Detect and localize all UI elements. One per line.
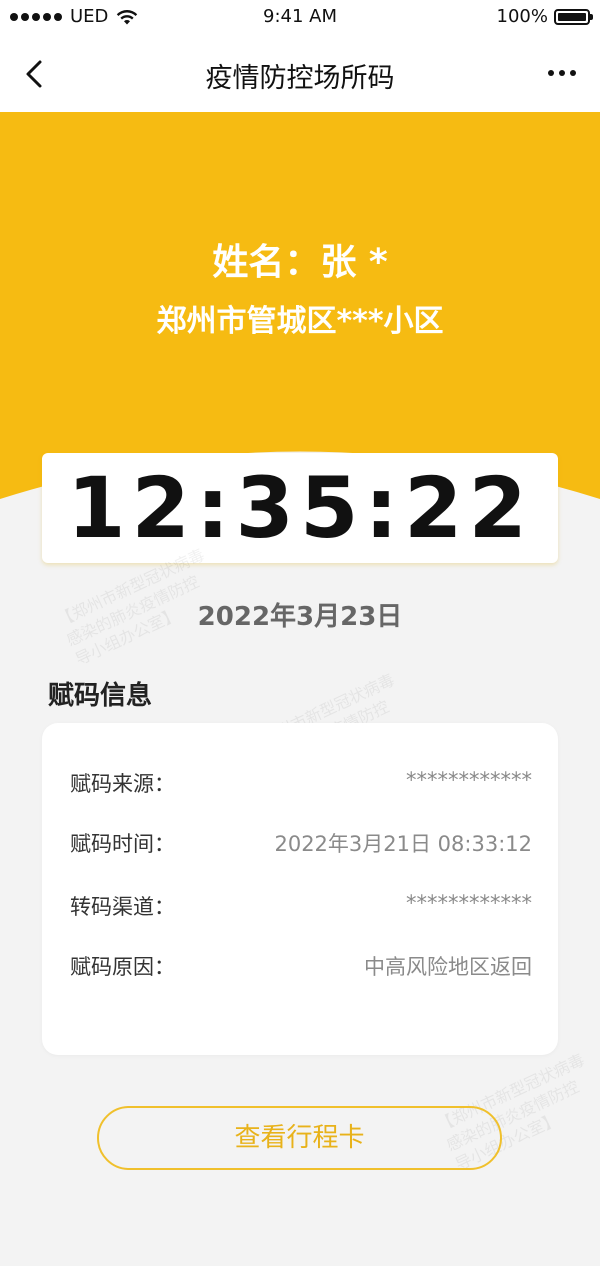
info-label: 赋码时间：: [70, 832, 175, 856]
clock-card: 12:35:22: [42, 453, 558, 563]
more-dots-icon: [548, 70, 554, 76]
info-value: ************: [406, 768, 532, 792]
info-label: 赋码原因：: [70, 955, 175, 979]
section-title: 赋码信息: [48, 681, 153, 711]
more-button[interactable]: [542, 58, 582, 88]
nav-bar: 疫情防控场所码: [0, 34, 600, 112]
view-trip-card-button[interactable]: 查看行程卡: [97, 1106, 502, 1170]
page: UED 9:41 AM 100% 疫情防控场所码 姓名：张 * 郑州市管城区**…: [0, 0, 600, 1266]
info-card: 赋码来源： ************ 赋码时间： 2022年3月21日 08:3…: [42, 723, 558, 1055]
info-row: 转码渠道： ************: [70, 891, 532, 921]
battery-icon: [554, 8, 593, 25]
info-label: 转码渠道：: [70, 895, 175, 919]
person-name: 姓名：张 *: [212, 242, 388, 283]
info-row: 赋码原因： 中高风险地区返回: [70, 951, 532, 981]
status-right: 100%: [496, 6, 593, 27]
info-label: 赋码来源：: [70, 772, 175, 796]
info-row: 赋码时间： 2022年3月21日 08:33:12: [70, 828, 532, 858]
battery-percent: 100%: [496, 6, 548, 27]
info-value: 2022年3月21日 08:33:12: [274, 832, 532, 856]
info-row: 赋码来源： ************: [70, 768, 532, 798]
date-text: 2022年3月23日: [197, 602, 403, 632]
info-value: 中高风险地区返回: [364, 955, 532, 979]
status-bar: UED 9:41 AM 100%: [0, 0, 600, 34]
page-title: 疫情防控场所码: [205, 63, 395, 94]
info-value: ************: [406, 891, 532, 915]
clock-time: 12:35:22: [67, 459, 533, 557]
person-address: 郑州市管城区***小区: [156, 304, 444, 339]
